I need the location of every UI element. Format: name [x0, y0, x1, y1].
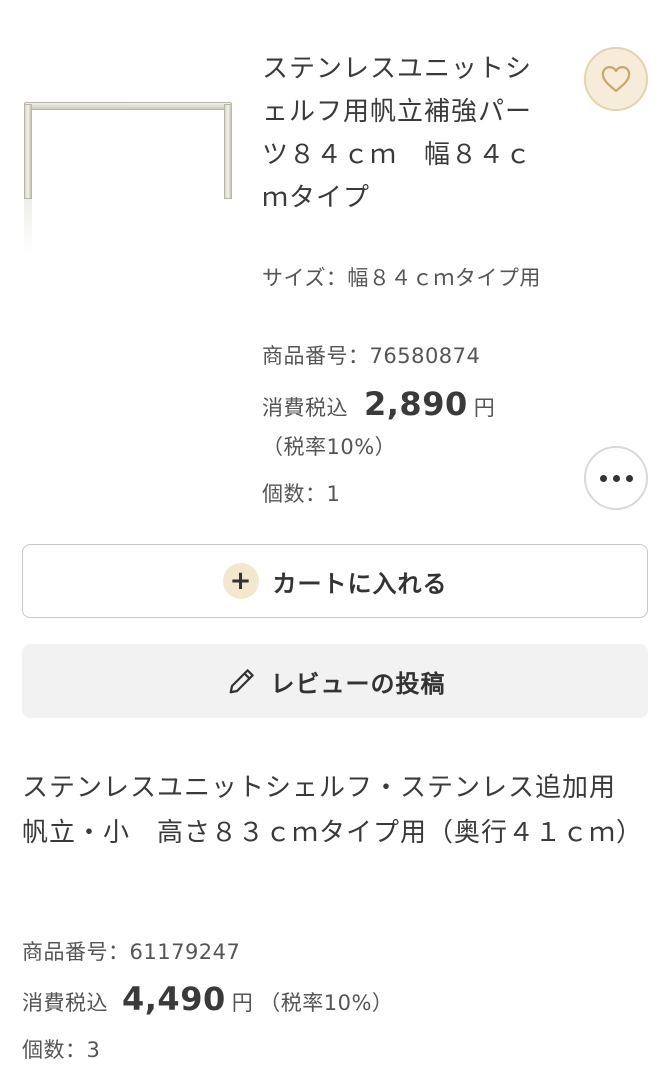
add-to-cart-button[interactable]: + カートに入れる — [22, 544, 648, 618]
ellipsis-icon-dot — [625, 474, 633, 482]
price-unit: 円 — [473, 396, 496, 420]
frame-right-leg — [224, 104, 232, 199]
quantity-2: 個数：3 — [22, 1038, 101, 1062]
price-unit-2: 円 — [231, 991, 254, 1015]
heart-icon — [601, 66, 631, 92]
price-label-2: 消費税込 — [22, 991, 108, 1015]
cart-button-label: カートに入れる — [272, 569, 448, 598]
price-value-2: 4,490 — [122, 980, 226, 1018]
product-image[interactable] — [18, 96, 238, 266]
frame-top-bar — [24, 102, 232, 110]
product-title[interactable]: ステンレスユニットシェルフ用帆立補強パーツ８４ｃｍ 幅８４ｃｍタイプ — [262, 48, 552, 220]
product-size: サイズ：幅８４ｃｍタイプ用 — [262, 266, 541, 290]
favorite-button[interactable] — [584, 47, 648, 111]
tax-rate: （税率10%） — [262, 435, 397, 459]
price-value: 2,890 — [364, 385, 468, 423]
product-price-2: 消費税込 4,490 円 （税率10%） — [22, 980, 393, 1018]
tax-rate-2: （税率10%） — [259, 991, 394, 1015]
pencil-icon — [225, 664, 259, 698]
ellipsis-icon-dot — [599, 474, 607, 482]
more-options-button[interactable] — [584, 446, 648, 510]
price-label: 消費税込 — [262, 396, 348, 420]
frame-reflection — [24, 199, 32, 254]
product-code: 商品番号：76580874 — [262, 344, 481, 368]
frame-left-leg — [24, 104, 32, 199]
product-title-2[interactable]: ステンレスユニットシェルフ・ステンレス追加用帆立・小 高さ８３ｃｍタイプ用（奥行… — [22, 766, 642, 856]
ellipsis-icon-dot — [612, 474, 620, 482]
product-code-2: 商品番号：61179247 — [22, 940, 241, 964]
post-review-button[interactable]: レビューの投稿 — [22, 644, 648, 718]
plus-icon: + — [222, 563, 259, 599]
quantity: 個数：1 — [262, 482, 341, 506]
review-button-label: レビューの投稿 — [270, 669, 446, 698]
product-price: 消費税込 2,890 円 — [262, 385, 495, 423]
